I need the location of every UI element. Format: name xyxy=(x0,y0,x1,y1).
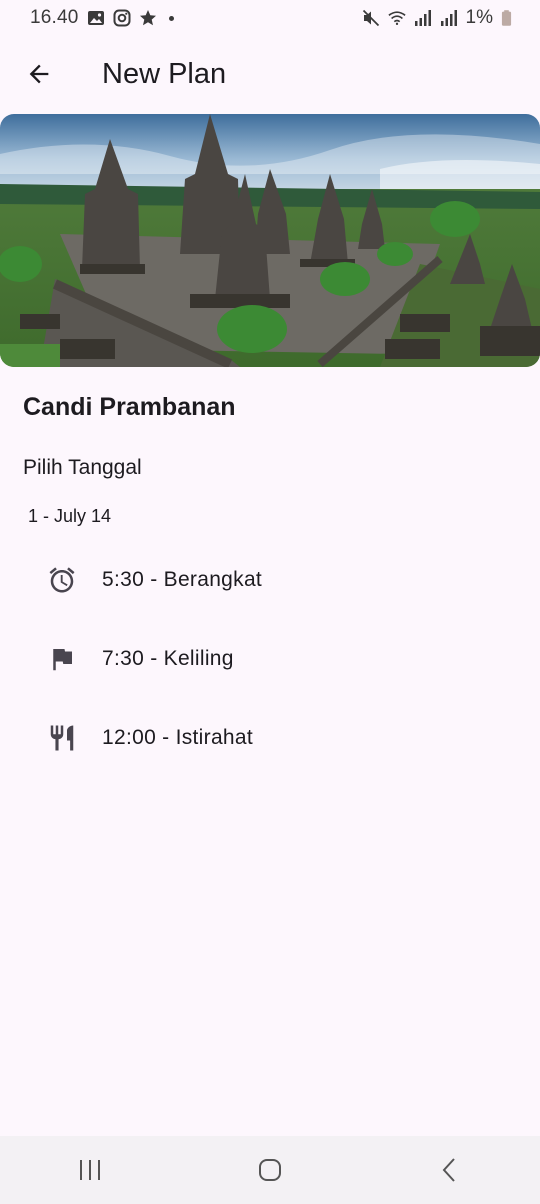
page-title: New Plan xyxy=(102,57,227,90)
system-nav-bar xyxy=(0,1136,540,1204)
schedule-item-text: 5:30 - Berangkat xyxy=(102,567,263,591)
home-button[interactable] xyxy=(230,1142,310,1198)
temple-illustration xyxy=(0,114,540,367)
signal-2-icon xyxy=(440,10,457,26)
battery-percent: 1% xyxy=(465,7,493,28)
schedule-item-text: 7:30 - Keliling xyxy=(102,646,234,670)
more-notifications-dot xyxy=(168,15,174,21)
pick-date-button[interactable]: Pilih Tanggal xyxy=(23,456,142,480)
status-time: 16.40 xyxy=(30,7,79,28)
back-button[interactable] xyxy=(11,46,67,102)
instagram-notification-icon xyxy=(113,9,131,27)
mute-icon xyxy=(362,9,379,27)
status-right: 1% xyxy=(362,7,512,29)
system-back-button[interactable] xyxy=(410,1142,490,1198)
signal-1-icon xyxy=(414,10,431,26)
selected-date: 1 - July 14 xyxy=(28,506,112,526)
schedule-item-berangkat[interactable]: 5:30 - Berangkat xyxy=(0,540,540,619)
status-left: 16.40 xyxy=(30,7,174,29)
chevron-left-icon xyxy=(442,1158,455,1182)
recent-apps-icon xyxy=(80,1160,100,1180)
alarm-icon xyxy=(46,564,78,596)
star-notification-icon xyxy=(139,10,156,26)
app-bar: New Plan xyxy=(0,38,540,110)
home-icon xyxy=(259,1159,281,1181)
battery-icon xyxy=(501,10,512,26)
schedule-item-text: 12:00 - Istirahat xyxy=(102,725,254,749)
flag-icon xyxy=(46,643,78,675)
schedule-item-istirahat[interactable]: 12:00 - Istirahat xyxy=(0,698,540,777)
place-image xyxy=(0,114,540,367)
arrow-back-icon xyxy=(29,64,49,84)
gallery-notification-icon xyxy=(87,11,104,25)
schedule-item-keliling[interactable]: 7:30 - Keliling xyxy=(0,619,540,698)
schedule-list: 5:30 - Berangkat 7:30 - Keliling 12:00 -… xyxy=(0,540,540,777)
screen: 16.40 1% New Plan Candi Prambanan Pilih … xyxy=(0,0,540,1204)
restaurant-icon xyxy=(46,722,78,754)
recent-apps-button[interactable] xyxy=(50,1142,130,1198)
place-title: Candi Prambanan xyxy=(23,393,236,421)
wifi-icon xyxy=(387,11,406,26)
status-bar: 16.40 1% xyxy=(0,0,540,36)
